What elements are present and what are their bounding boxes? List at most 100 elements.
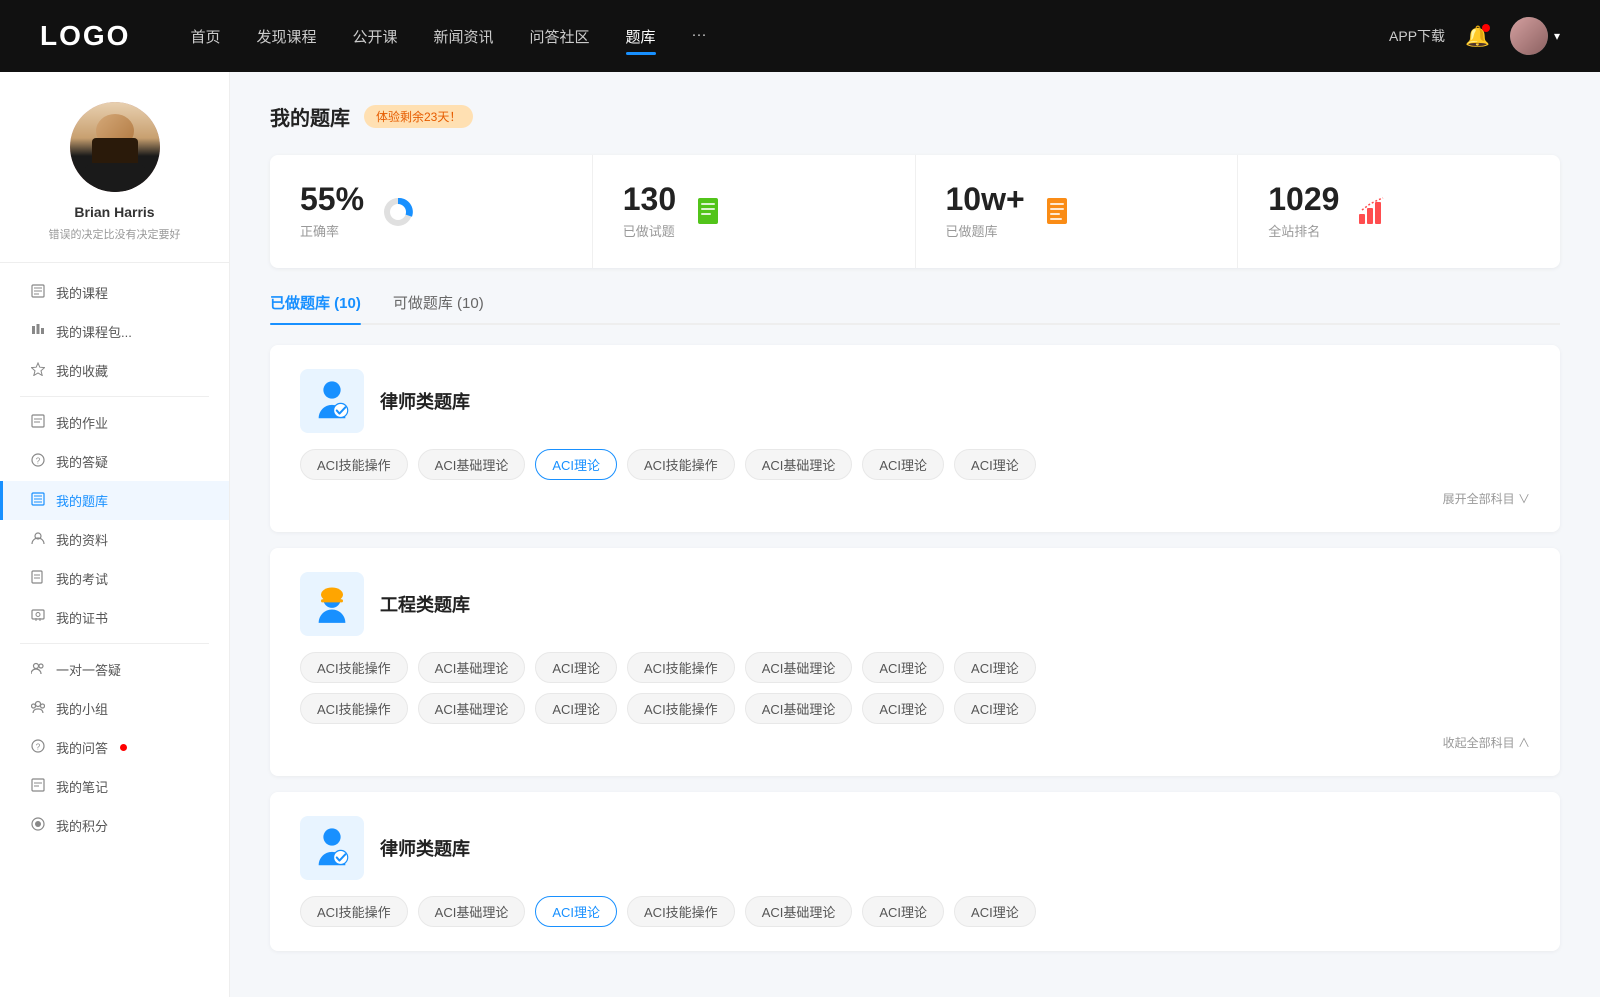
- page-header: 我的题库 体验剩余23天！: [270, 102, 1560, 131]
- bank-tag[interactable]: ACI基础理论: [418, 449, 526, 480]
- sidebar-item-qa[interactable]: ? 我的答疑: [0, 442, 229, 481]
- bank-tag[interactable]: ACI技能操作: [300, 449, 408, 480]
- expand-all-link-1[interactable]: 展开全部科目 ∨: [1443, 492, 1530, 506]
- bank-tag[interactable]: ACI基础理论: [418, 896, 526, 927]
- bank-tag-active[interactable]: ACI理论: [535, 449, 617, 480]
- bank-card-1-header: 律师类题库: [300, 369, 1530, 433]
- bank-tag[interactable]: ACI理论: [862, 652, 944, 683]
- sidebar-item-bank-label: 我的题库: [56, 491, 108, 510]
- bank-card-2-header: 工程类题库: [300, 572, 1530, 636]
- bank-tag[interactable]: ACI理论: [954, 896, 1036, 927]
- bank-tag[interactable]: ACI理论: [954, 693, 1036, 724]
- bank-card-1-icon: [300, 369, 364, 433]
- bank-tag[interactable]: ACI理论: [954, 652, 1036, 683]
- bank-tag-active[interactable]: ACI理论: [535, 896, 617, 927]
- nav-link-open[interactable]: 公开课: [352, 22, 397, 51]
- tab-done-banks[interactable]: 已做题库 (10): [270, 292, 361, 323]
- bank-card-1-footer: 展开全部科目 ∨: [300, 490, 1530, 508]
- nav-avatar: [1510, 17, 1548, 55]
- group-icon: [30, 700, 46, 717]
- bank-card-2-tags-row2: ACI技能操作 ACI基础理论 ACI理论 ACI技能操作 ACI基础理论 AC…: [300, 693, 1530, 724]
- sidebar-divider-2: [20, 643, 209, 644]
- bank-tag[interactable]: ACI基础理论: [418, 652, 526, 683]
- sidebar-item-certificate[interactable]: 我的证书: [0, 598, 229, 637]
- sidebar-item-points-label: 我的积分: [56, 816, 108, 835]
- bank-tag[interactable]: ACI技能操作: [300, 652, 408, 683]
- sidebar-item-course-package-label: 我的课程包...: [56, 322, 132, 341]
- bank-tag[interactable]: ACI基础理论: [745, 693, 853, 724]
- tabs-row: 已做题库 (10) 可做题库 (10): [270, 292, 1560, 325]
- stat-done-banks-text: 10w+ 已做题库: [946, 183, 1025, 240]
- favorites-icon: [30, 362, 46, 379]
- bank-tag[interactable]: ACI基础理论: [745, 896, 853, 927]
- sidebar-item-homework[interactable]: 我的作业: [0, 403, 229, 442]
- bank-card-1-title: 律师类题库: [380, 388, 470, 414]
- nav-link-more[interactable]: ···: [692, 22, 707, 51]
- sidebar-item-exam[interactable]: 我的考试: [0, 559, 229, 598]
- bank-tag[interactable]: ACI理论: [535, 652, 617, 683]
- bank-tag[interactable]: ACI基础理论: [745, 449, 853, 480]
- sidebar-item-profile[interactable]: 我的资料: [0, 520, 229, 559]
- notification-bell[interactable]: 🔔: [1465, 24, 1490, 49]
- collapse-all-link-2[interactable]: 收起全部科目 ∧: [1443, 736, 1530, 750]
- bank-tag[interactable]: ACI基础理论: [418, 693, 526, 724]
- nav-link-home[interactable]: 首页: [190, 22, 220, 51]
- svg-text:?: ?: [36, 743, 41, 752]
- nav-logo: LOGO: [40, 20, 130, 52]
- doc-orange-icon: [1041, 194, 1077, 230]
- stat-done-banks-value: 10w+: [946, 183, 1025, 215]
- bank-tag[interactable]: ACI技能操作: [300, 896, 408, 927]
- stat-done-questions-text: 130 已做试题: [623, 183, 676, 240]
- nav-link-qa[interactable]: 问答社区: [530, 22, 590, 51]
- bank-tag[interactable]: ACI理论: [954, 449, 1036, 480]
- nav-link-news[interactable]: 新闻资讯: [434, 22, 494, 51]
- sidebar-item-one-on-one[interactable]: 一对一答疑: [0, 650, 229, 689]
- questions-notification-dot: [120, 744, 127, 751]
- sidebar-item-questions[interactable]: ? 我的问答: [0, 728, 229, 767]
- sidebar-item-favorites[interactable]: 我的收藏: [0, 351, 229, 390]
- bank-tag[interactable]: ACI技能操作: [627, 652, 735, 683]
- stat-site-rank-text: 1029 全站排名: [1268, 183, 1339, 240]
- stat-site-rank-value: 1029: [1268, 183, 1339, 215]
- bank-tag[interactable]: ACI理论: [535, 693, 617, 724]
- sidebar-item-courses-label: 我的课程: [56, 283, 108, 302]
- stat-done-banks-label: 已做题库: [946, 221, 1025, 240]
- sidebar-item-favorites-label: 我的收藏: [56, 361, 108, 380]
- bank-card-3-header: 律师类题库: [300, 816, 1530, 880]
- app-download-button[interactable]: APP下载: [1389, 26, 1445, 46]
- sidebar-item-bank[interactable]: 我的题库: [0, 481, 229, 520]
- sidebar-user-motto: 错误的决定比没有决定要好: [49, 226, 181, 242]
- bank-tag[interactable]: ACI基础理论: [745, 652, 853, 683]
- nav-link-discover[interactable]: 发现课程: [256, 22, 316, 51]
- sidebar-item-homework-label: 我的作业: [56, 413, 108, 432]
- bank-tag[interactable]: ACI理论: [862, 693, 944, 724]
- sidebar-item-courses[interactable]: 我的课程: [0, 273, 229, 312]
- nav-dropdown-arrow[interactable]: ▾: [1554, 29, 1560, 43]
- sidebar-item-group[interactable]: 我的小组: [0, 689, 229, 728]
- nav-right: APP下载 🔔 ▾: [1389, 17, 1560, 55]
- homework-icon: [30, 414, 46, 431]
- stat-done-questions-label: 已做试题: [623, 221, 676, 240]
- bank-tag[interactable]: ACI技能操作: [627, 896, 735, 927]
- doc-green-icon: [692, 194, 728, 230]
- bank-tag[interactable]: ACI理论: [862, 449, 944, 480]
- nav-links: 首页 发现课程 公开课 新闻资讯 问答社区 题库 ···: [190, 22, 1389, 51]
- bank-card-3-tags: ACI技能操作 ACI基础理论 ACI理论 ACI技能操作 ACI基础理论 AC…: [300, 896, 1530, 927]
- sidebar-divider-1: [20, 396, 209, 397]
- bank-tag[interactable]: ACI技能操作: [300, 693, 408, 724]
- bank-card-3-title: 律师类题库: [380, 835, 470, 861]
- sidebar-item-notes[interactable]: 我的笔记: [0, 767, 229, 806]
- stat-done-questions-value: 130: [623, 183, 676, 215]
- bank-tag[interactable]: ACI技能操作: [627, 693, 735, 724]
- user-menu[interactable]: ▾: [1510, 17, 1560, 55]
- sidebar-item-points[interactable]: 我的积分: [0, 806, 229, 845]
- notes-icon: [30, 778, 46, 795]
- sidebar-item-course-package[interactable]: 我的课程包...: [0, 312, 229, 351]
- profile-icon: [30, 531, 46, 548]
- bank-tag[interactable]: ACI理论: [862, 896, 944, 927]
- chart-red-icon: [1355, 194, 1391, 230]
- bank-tag[interactable]: ACI技能操作: [627, 449, 735, 480]
- sidebar-item-qa-label: 我的答疑: [56, 452, 108, 471]
- nav-link-bank[interactable]: 题库: [626, 22, 656, 51]
- tab-available-banks[interactable]: 可做题库 (10): [393, 292, 484, 323]
